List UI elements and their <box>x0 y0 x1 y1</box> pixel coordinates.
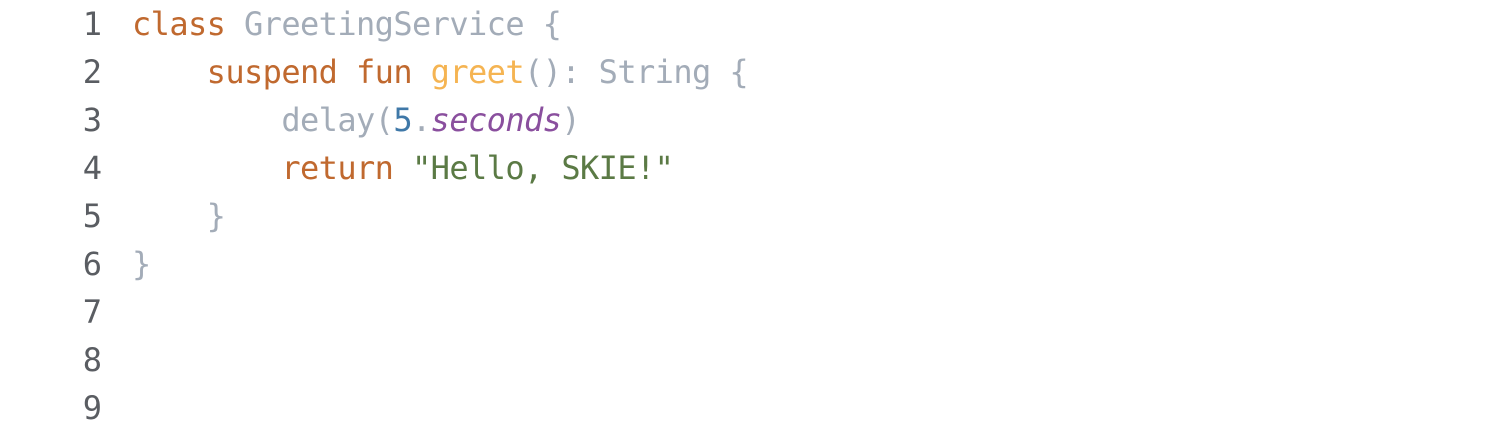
keyword-token: return <box>281 149 394 187</box>
punctuation-token: . <box>412 101 431 139</box>
punctuation-token: ) <box>561 101 581 139</box>
brace-token: } <box>132 245 151 283</box>
code-line: 9 <box>0 384 1500 432</box>
code-text[interactable]: delay(5.seconds) <box>132 96 580 144</box>
code-line: 8 <box>0 336 1500 384</box>
line-number: 7 <box>82 293 102 331</box>
code-line: 1 class GreetingService { <box>0 0 1500 48</box>
line-number: 1 <box>82 5 102 43</box>
code-text[interactable]: return "Hello, SKIE!" <box>132 144 674 192</box>
code-line: 5 } <box>0 192 1500 240</box>
indent-token <box>132 149 281 187</box>
identifier-token: (): String { <box>524 53 749 91</box>
code-text[interactable]: } <box>132 192 226 240</box>
number-token: 5 <box>393 101 412 139</box>
code-text[interactable]: suspend fun greet(): String { <box>132 48 749 96</box>
line-number: 8 <box>82 341 102 379</box>
function-name-token: greet <box>430 53 525 91</box>
code-text[interactable]: } <box>132 240 151 288</box>
indent-token <box>132 53 207 91</box>
code-line: 3 delay(5.seconds) <box>0 96 1500 144</box>
line-number: 6 <box>82 245 102 283</box>
identifier-token: GreetingService { <box>225 5 562 43</box>
line-number: 2 <box>82 53 102 91</box>
code-line: 2 suspend fun greet(): String { <box>0 48 1500 96</box>
code-line: 4 return "Hello, SKIE!" <box>0 144 1500 192</box>
identifier-token: delay( <box>132 101 394 139</box>
keyword-token: suspend fun <box>206 53 413 91</box>
line-number: 4 <box>82 149 102 187</box>
brace-token: } <box>132 197 226 235</box>
keyword-token: class <box>132 5 226 43</box>
line-number: 5 <box>82 197 102 235</box>
code-line: 7 <box>0 288 1500 336</box>
line-number: 3 <box>82 101 102 139</box>
code-editor[interactable]: 1 class GreetingService { 2 suspend fun … <box>0 0 1500 432</box>
code-text[interactable]: class GreetingService { <box>132 0 562 48</box>
line-number: 9 <box>82 389 102 427</box>
code-line: 6 } <box>0 240 1500 288</box>
property-token: seconds <box>430 101 562 139</box>
string-token: "Hello, SKIE!" <box>412 149 674 187</box>
